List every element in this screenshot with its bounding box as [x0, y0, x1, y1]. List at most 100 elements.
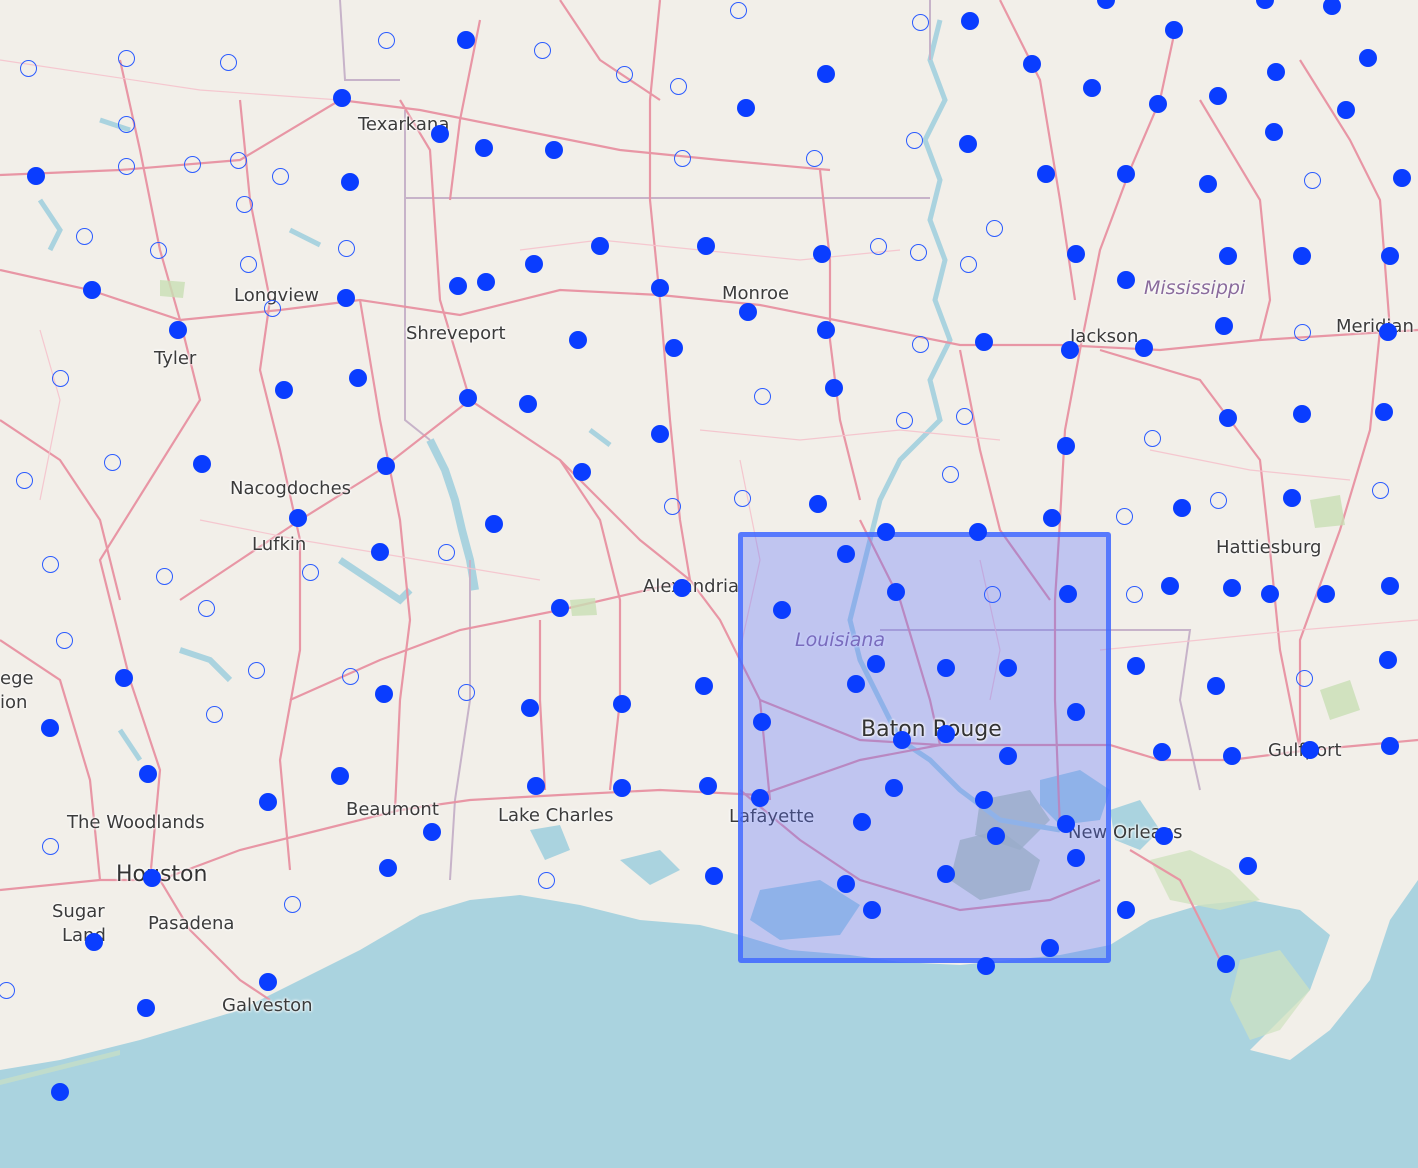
station-marker-selected[interactable] — [961, 12, 979, 30]
station-marker-selected[interactable] — [1337, 101, 1355, 119]
station-marker-unselected[interactable] — [457, 683, 475, 701]
station-marker-selected[interactable] — [1037, 165, 1055, 183]
station-marker-selected[interactable] — [1219, 247, 1237, 265]
station-marker-unselected[interactable] — [55, 631, 73, 649]
station-marker-selected[interactable] — [999, 747, 1017, 765]
station-marker-selected[interactable] — [1153, 743, 1171, 761]
station-marker-selected[interactable] — [737, 99, 755, 117]
station-marker-unselected[interactable] — [117, 49, 135, 67]
station-marker-selected[interactable] — [1223, 579, 1241, 597]
station-marker-unselected[interactable] — [183, 155, 201, 173]
station-marker-unselected[interactable] — [155, 567, 173, 585]
station-marker-unselected[interactable] — [959, 255, 977, 273]
station-marker-unselected[interactable] — [1371, 481, 1389, 499]
station-marker-selected[interactable] — [1067, 849, 1085, 867]
station-marker-unselected[interactable] — [955, 407, 973, 425]
station-marker-selected[interactable] — [975, 791, 993, 809]
station-marker-selected[interactable] — [1155, 827, 1173, 845]
station-marker-selected[interactable] — [1117, 271, 1135, 289]
station-marker-selected[interactable] — [837, 545, 855, 563]
station-marker-selected[interactable] — [877, 523, 895, 541]
station-marker-unselected[interactable] — [205, 705, 223, 723]
station-marker-selected[interactable] — [1199, 175, 1217, 193]
station-marker-selected[interactable] — [485, 515, 503, 533]
station-marker-unselected[interactable] — [909, 243, 927, 261]
station-marker-selected[interactable] — [817, 321, 835, 339]
station-marker-selected[interactable] — [137, 999, 155, 1017]
station-marker-selected[interactable] — [259, 973, 277, 991]
station-marker-selected[interactable] — [331, 767, 349, 785]
station-marker-unselected[interactable] — [239, 255, 257, 273]
station-marker-selected[interactable] — [459, 389, 477, 407]
station-marker-selected[interactable] — [867, 655, 885, 673]
station-marker-selected[interactable] — [1217, 955, 1235, 973]
station-marker-unselected[interactable] — [51, 369, 69, 387]
station-marker-unselected[interactable] — [117, 115, 135, 133]
station-marker-unselected[interactable] — [235, 195, 253, 213]
station-marker-unselected[interactable] — [41, 837, 59, 855]
station-marker-selected[interactable] — [813, 245, 831, 263]
station-marker-selected[interactable] — [349, 369, 367, 387]
station-marker-selected[interactable] — [1293, 247, 1311, 265]
station-marker-unselected[interactable] — [103, 453, 121, 471]
station-marker-unselected[interactable] — [0, 981, 15, 999]
station-marker-selected[interactable] — [705, 867, 723, 885]
station-marker-selected[interactable] — [27, 167, 45, 185]
station-marker-selected[interactable] — [999, 659, 1017, 677]
station-marker-selected[interactable] — [1061, 341, 1079, 359]
station-marker-selected[interactable] — [1381, 247, 1399, 265]
station-marker-selected[interactable] — [143, 869, 161, 887]
station-marker-unselected[interactable] — [983, 585, 1001, 603]
station-marker-selected[interactable] — [1041, 939, 1059, 957]
station-marker-selected[interactable] — [1165, 21, 1183, 39]
station-marker-unselected[interactable] — [229, 151, 247, 169]
station-marker-selected[interactable] — [333, 89, 351, 107]
station-marker-unselected[interactable] — [895, 411, 913, 429]
station-marker-selected[interactable] — [525, 255, 543, 273]
station-marker-selected[interactable] — [987, 827, 1005, 845]
station-marker-selected[interactable] — [457, 31, 475, 49]
station-marker-unselected[interactable] — [19, 59, 37, 77]
station-marker-selected[interactable] — [475, 139, 493, 157]
station-marker-selected[interactable] — [289, 509, 307, 527]
station-marker-selected[interactable] — [193, 455, 211, 473]
station-marker-selected[interactable] — [1083, 79, 1101, 97]
station-marker-selected[interactable] — [673, 579, 691, 597]
station-marker-unselected[interactable] — [663, 497, 681, 515]
station-marker-selected[interactable] — [809, 495, 827, 513]
station-marker-unselected[interactable] — [247, 661, 265, 679]
station-marker-unselected[interactable] — [1303, 171, 1321, 189]
station-marker-selected[interactable] — [527, 777, 545, 795]
station-marker-selected[interactable] — [449, 277, 467, 295]
station-marker-selected[interactable] — [169, 321, 187, 339]
station-marker-selected[interactable] — [1239, 857, 1257, 875]
station-marker-unselected[interactable] — [729, 1, 747, 19]
station-marker-selected[interactable] — [697, 237, 715, 255]
station-marker-unselected[interactable] — [437, 543, 455, 561]
station-marker-unselected[interactable] — [869, 237, 887, 255]
station-marker-unselected[interactable] — [301, 563, 319, 581]
station-marker-selected[interactable] — [573, 463, 591, 481]
station-marker-unselected[interactable] — [533, 41, 551, 59]
station-marker-selected[interactable] — [1223, 747, 1241, 765]
station-marker-selected[interactable] — [477, 273, 495, 291]
station-marker-selected[interactable] — [1207, 677, 1225, 695]
station-marker-unselected[interactable] — [985, 219, 1003, 237]
station-marker-unselected[interactable] — [1293, 323, 1311, 341]
station-marker-selected[interactable] — [545, 141, 563, 159]
station-marker-selected[interactable] — [375, 685, 393, 703]
station-marker-selected[interactable] — [341, 173, 359, 191]
station-marker-unselected[interactable] — [753, 387, 771, 405]
station-marker-selected[interactable] — [519, 395, 537, 413]
station-marker-selected[interactable] — [551, 599, 569, 617]
station-marker-unselected[interactable] — [75, 227, 93, 245]
station-marker-selected[interactable] — [115, 669, 133, 687]
station-marker-unselected[interactable] — [1143, 429, 1161, 447]
station-marker-selected[interactable] — [651, 279, 669, 297]
station-marker-selected[interactable] — [651, 425, 669, 443]
station-marker-selected[interactable] — [569, 331, 587, 349]
station-marker-selected[interactable] — [975, 333, 993, 351]
station-marker-selected[interactable] — [613, 695, 631, 713]
station-marker-selected[interactable] — [51, 1083, 69, 1101]
station-marker-selected[interactable] — [665, 339, 683, 357]
